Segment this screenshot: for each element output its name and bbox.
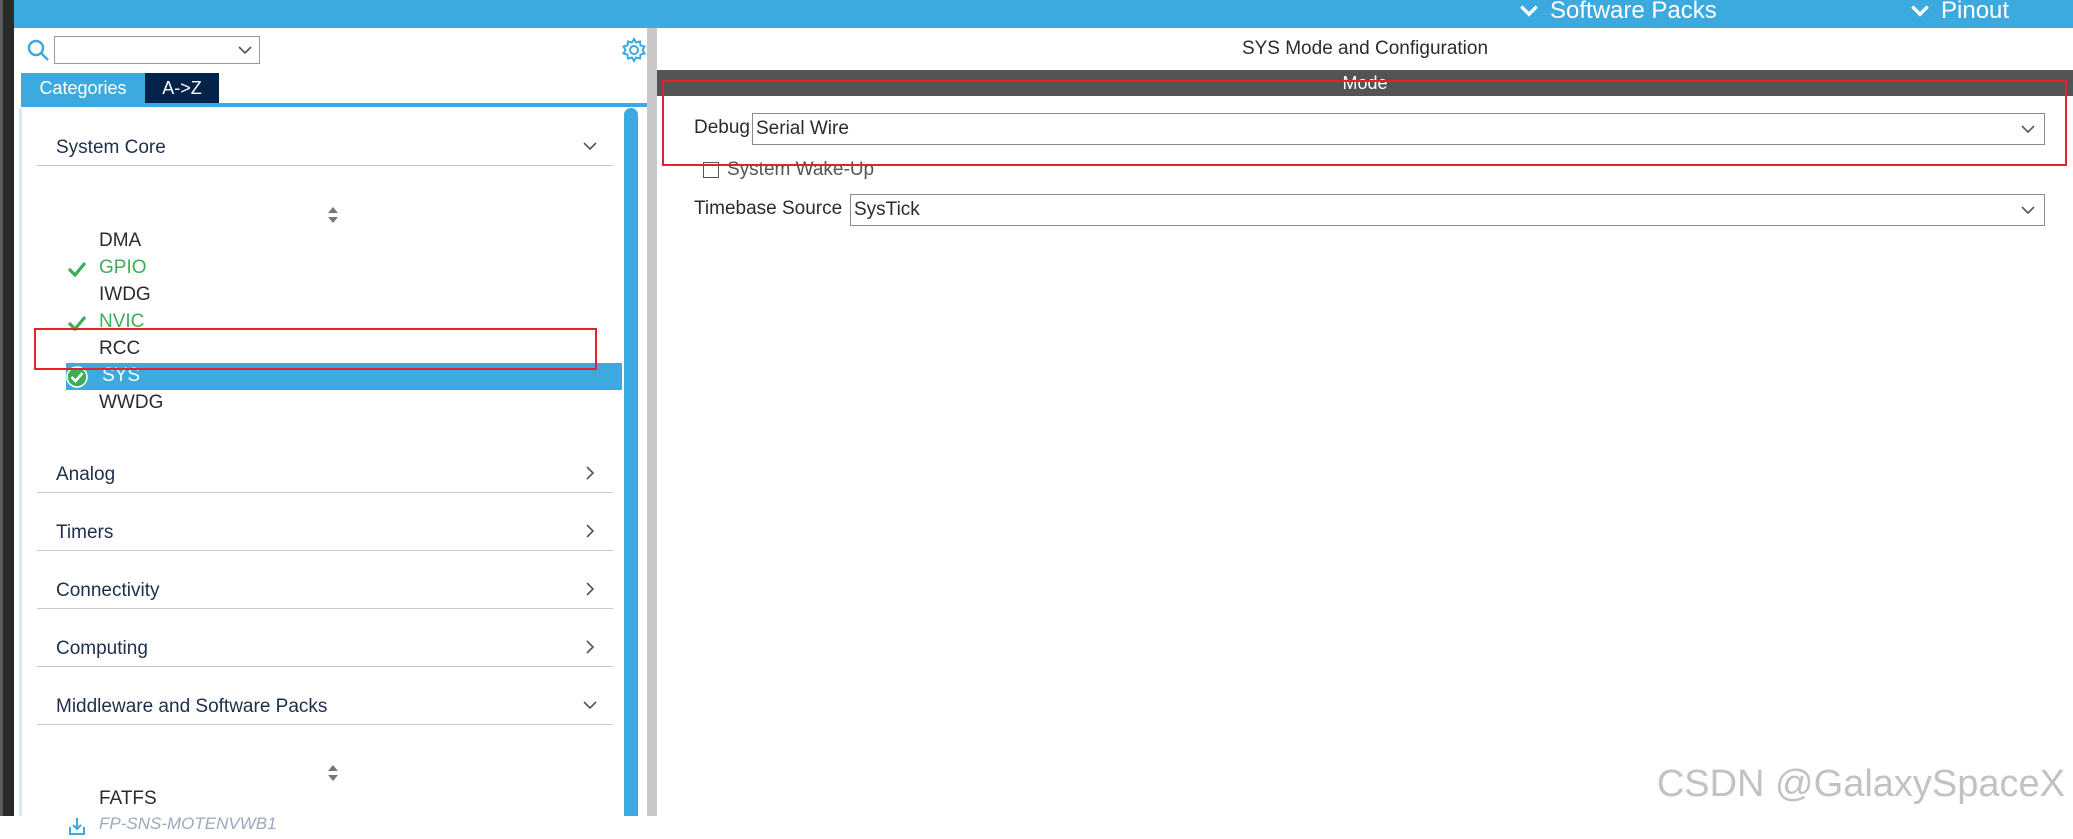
categories-panel: Categories A->Z System Core DMA GPIO IWD…: [14, 28, 649, 835]
tabs-underline: [21, 103, 649, 107]
list-item-dma[interactable]: DMA: [66, 228, 622, 255]
list-item-wwdg[interactable]: WWDG: [66, 390, 622, 417]
list-item-fp-sns-motenvwb1[interactable]: FP-SNS-MOTENVWB1: [66, 812, 622, 839]
check-icon: [67, 261, 87, 278]
tab-categories[interactable]: Categories: [21, 73, 145, 103]
gear-icon[interactable]: [620, 36, 648, 64]
timebase-select[interactable]: SysTick: [850, 194, 2045, 226]
pinout-menu[interactable]: Pinout: [1909, 0, 2009, 25]
panel-title: SYS Mode and Configuration: [1241, 38, 1489, 59]
highlight-box-debug: [662, 80, 2067, 166]
category-list: System Core DMA GPIO IWDG NVIC RCC SYS W…: [19, 108, 639, 835]
software-packs-label: Software Packs: [1550, 0, 1717, 24]
list-item-fatfs[interactable]: FATFS: [66, 786, 622, 813]
chevron-right-icon: [586, 582, 595, 596]
panel-splitter[interactable]: [647, 28, 657, 816]
chevron-right-icon: [586, 466, 595, 480]
top-toolbar: Software Packs Pinout: [14, 0, 2073, 28]
chevron-down-icon: [1520, 5, 1538, 17]
timebase-row: Timebase Source SysTick: [694, 194, 2068, 226]
pinout-label: Pinout: [1941, 0, 2010, 24]
category-computing[interactable]: Computing: [37, 609, 613, 667]
search-input[interactable]: [54, 36, 260, 64]
category-system-core[interactable]: System Core: [37, 108, 613, 166]
chevron-right-icon: [586, 524, 595, 538]
download-icon: [69, 818, 85, 835]
category-connectivity[interactable]: Connectivity: [37, 551, 613, 609]
chevron-right-icon: [586, 640, 595, 654]
highlight-box-sys: [34, 328, 597, 370]
tab-a-z[interactable]: A->Z: [145, 73, 219, 103]
list-item-gpio[interactable]: GPIO: [66, 255, 622, 282]
search-row: [26, 34, 648, 64]
window-edge: [0, 0, 14, 816]
list-item-iwdg[interactable]: IWDG: [66, 282, 622, 309]
sort-icon[interactable]: [326, 205, 340, 225]
category-analog[interactable]: Analog: [37, 435, 613, 493]
sort-icon[interactable]: [326, 763, 340, 783]
timebase-label: Timebase Source: [694, 198, 843, 219]
chevron-down-icon: [583, 142, 597, 151]
category-middleware[interactable]: Middleware and Software Packs: [37, 667, 613, 725]
software-packs-menu[interactable]: Software Packs: [1518, 0, 1717, 25]
chevron-down-icon: [1911, 5, 1929, 17]
timebase-value: SysTick: [854, 199, 920, 220]
chevron-down-icon: [583, 701, 597, 710]
watermark: CSDN @GalaxySpaceX: [1656, 763, 2065, 805]
search-icon[interactable]: [26, 38, 50, 62]
view-tabs: Categories A->Z: [21, 73, 219, 103]
category-timers[interactable]: Timers: [37, 493, 613, 551]
chevron-down-icon: [2021, 206, 2035, 215]
category-label: System Core: [56, 137, 166, 158]
chevron-down-icon[interactable]: [237, 42, 253, 58]
scrollbar[interactable]: [624, 108, 638, 816]
